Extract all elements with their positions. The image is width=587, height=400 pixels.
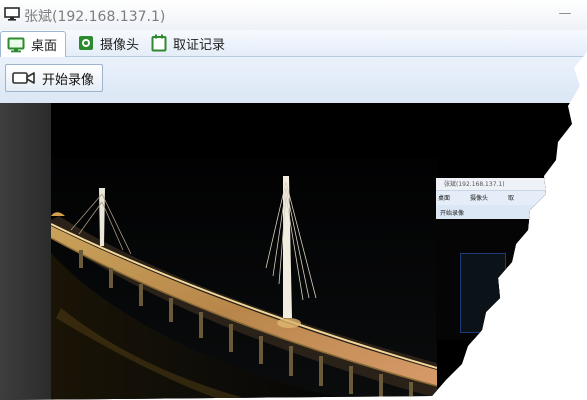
- start-recording-label: 开始录像: [42, 72, 95, 88]
- tab-evidence-records[interactable]: 取证记录: [145, 31, 231, 55]
- inset-window-title: 张斌(192.168.137.1): [444, 181, 505, 188]
- inset-toolbar: 开始录像: [436, 205, 546, 219]
- inset-recursive-preview: [460, 253, 506, 333]
- inset-tab-camera: 摄像头: [470, 195, 489, 202]
- calendar-icon: [151, 34, 167, 52]
- inset-title-bar: 张斌(192.168.137.1): [436, 178, 546, 191]
- tab-label: 取证记录: [173, 37, 226, 53]
- tab-label: 桌面: [31, 39, 58, 54]
- inset-tab-bar: 桌面 摄像头 取: [436, 191, 546, 205]
- inset-tab-desktop: 桌面: [438, 195, 451, 202]
- nested-remote-window: 张斌(192.168.137.1) 桌面 摄像头 取 开始录像: [436, 178, 546, 340]
- app-window: 张斌(192.168.137.1) — 桌面 摄像头 取证记录 开始录像 张斌(…: [0, 0, 587, 400]
- minimize-button[interactable]: —: [553, 4, 577, 24]
- viewport-left-strip: [0, 103, 51, 400]
- monitor-icon: [7, 37, 25, 52]
- toolbar: 开始录像: [0, 57, 587, 103]
- title-bar: 张斌(192.168.137.1) —: [0, 0, 587, 31]
- remote-desktop-viewport[interactable]: 张斌(192.168.137.1) 桌面 摄像头 取 开始录像: [0, 103, 587, 400]
- camera-icon: [79, 36, 93, 50]
- inset-record-label: 开始录像: [440, 210, 465, 217]
- bridge-night-photo: [51, 158, 437, 400]
- start-recording-button[interactable]: 开始录像: [5, 64, 103, 92]
- tab-label: 摄像头: [100, 37, 140, 53]
- tab-camera[interactable]: 摄像头: [72, 31, 145, 55]
- video-camera-icon: [12, 72, 35, 84]
- window-title: 张斌(192.168.137.1): [24, 9, 166, 25]
- inset-tab-evidence: 取: [508, 195, 515, 202]
- monitor-icon: [4, 7, 20, 21]
- tab-bar: 桌面 摄像头 取证记录: [0, 30, 587, 57]
- tab-desktop[interactable]: 桌面: [0, 31, 67, 57]
